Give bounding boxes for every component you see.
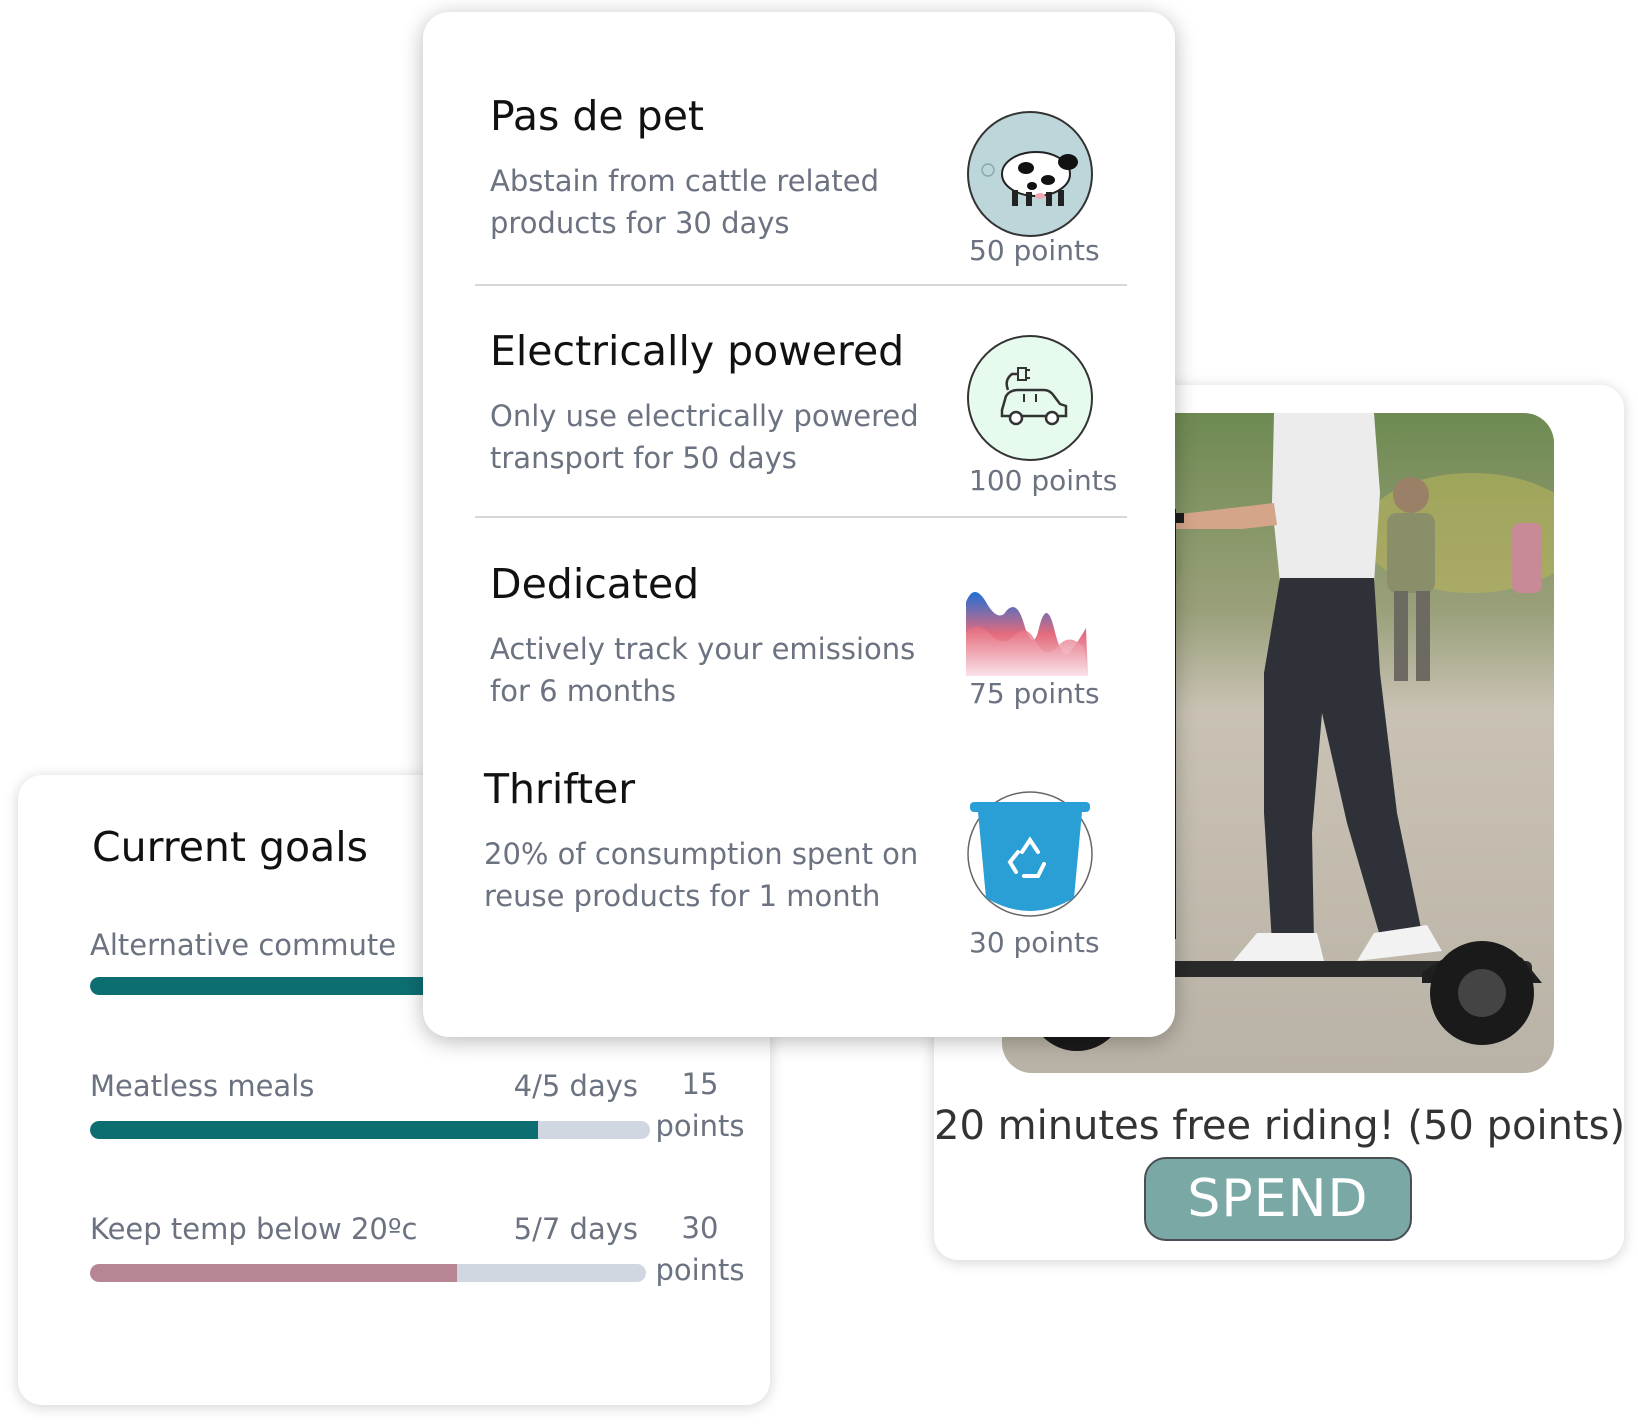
goal-progress-bar bbox=[90, 1121, 650, 1139]
goal-progress-fill bbox=[90, 1121, 538, 1139]
challenge-description-line: Only use electrically powered bbox=[490, 399, 919, 433]
challenge-description-line: Abstain from cattle related bbox=[490, 164, 880, 198]
goal-points-unit: points bbox=[655, 1253, 745, 1287]
reward-description: 20 minutes free riding! (50 points) bbox=[934, 1103, 1626, 1149]
goal-points: 15 points bbox=[650, 1063, 750, 1147]
goals-title: Current goals bbox=[92, 823, 369, 871]
challenge-title: Pas de pet bbox=[490, 92, 705, 140]
goal-label: Alternative commute bbox=[90, 928, 397, 962]
goal-points-value: 15 bbox=[681, 1067, 719, 1101]
challenge-divider bbox=[475, 516, 1127, 518]
electric-car-icon bbox=[966, 334, 1094, 462]
challenge-title: Electrically powered bbox=[490, 327, 905, 375]
goal-progress-bar bbox=[90, 1264, 646, 1282]
challenge-description: Actively track your emissions for 6 mont… bbox=[490, 628, 930, 712]
spend-button[interactable]: SPEND bbox=[1144, 1157, 1412, 1241]
goal-days: 4/5 days bbox=[513, 1069, 638, 1103]
challenge-divider bbox=[475, 284, 1127, 286]
challenges-card: Pas de pet Abstain from cattle related p… bbox=[423, 12, 1175, 1037]
challenge-description-line: reuse products for 1 month bbox=[484, 879, 881, 913]
recycle-bin-icon bbox=[966, 790, 1094, 918]
goal-label: Keep temp below 20ºc bbox=[90, 1212, 418, 1246]
cow-icon bbox=[966, 110, 1094, 238]
challenge-description-line: products for 30 days bbox=[490, 206, 790, 240]
challenge-description: Only use electrically powered transport … bbox=[490, 395, 930, 479]
challenge-points: 100 points bbox=[969, 464, 1118, 497]
goal-points-value: 30 bbox=[681, 1211, 719, 1245]
challenge-description: 20% of consumption spent on reuse produc… bbox=[484, 833, 944, 917]
challenge-points: 30 points bbox=[969, 926, 1100, 959]
goal-points-unit: points bbox=[655, 1109, 745, 1143]
goal-progress-fill bbox=[90, 1264, 457, 1282]
goal-progress-fill bbox=[90, 977, 426, 995]
challenge-description-line: transport for 50 days bbox=[490, 441, 797, 475]
goal-days: 5/7 days bbox=[513, 1212, 638, 1246]
challenge-description-line: Actively track your emissions bbox=[490, 632, 916, 666]
goal-label: Meatless meals bbox=[90, 1069, 315, 1103]
challenge-points: 50 points bbox=[969, 234, 1100, 267]
challenge-title: Thrifter bbox=[484, 765, 636, 813]
challenge-description-line: 20% of consumption spent on bbox=[484, 837, 919, 871]
goal-points: 30 points bbox=[650, 1207, 750, 1291]
challenge-description: Abstain from cattle related products for… bbox=[490, 160, 930, 244]
challenge-points: 75 points bbox=[969, 677, 1100, 710]
challenge-title: Dedicated bbox=[490, 560, 700, 608]
challenge-description-line: for 6 months bbox=[490, 674, 676, 708]
